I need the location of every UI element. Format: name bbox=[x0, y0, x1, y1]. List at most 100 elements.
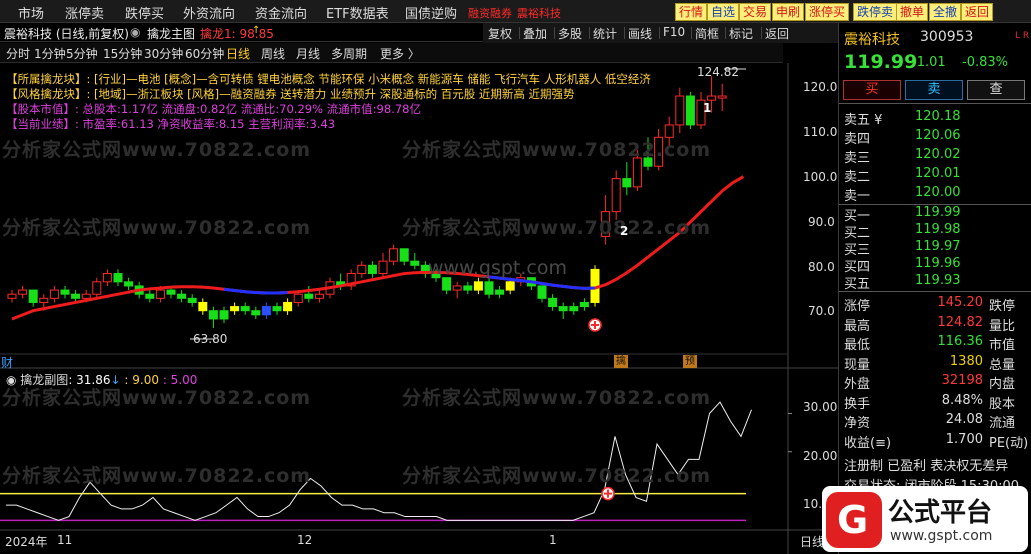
info-label: 【股本市值】: bbox=[6, 102, 79, 116]
stat-label-2: 总量 bbox=[989, 357, 1016, 373]
low-price-label: 63.80 bbox=[193, 332, 228, 346]
stat-value: 116.36 bbox=[937, 334, 984, 349]
candle-body bbox=[505, 281, 515, 291]
bid-price: 119.98 bbox=[915, 222, 961, 237]
candle-body bbox=[293, 293, 303, 303]
watermark: 分析家公式网www.70822.com bbox=[402, 387, 712, 409]
candle-body bbox=[304, 293, 314, 299]
stock-code: 300953 bbox=[920, 29, 974, 45]
buy-button[interactable]: 买 bbox=[843, 80, 901, 100]
tool-button-8[interactable]: 返回 bbox=[961, 3, 994, 21]
ask-row: 卖二 120.01 bbox=[839, 166, 1031, 185]
gspt-logo: G 公式平台 www.gspt.com bbox=[822, 486, 1028, 552]
sell-button[interactable]: 卖 bbox=[905, 80, 963, 100]
query-button[interactable]: 查 bbox=[967, 80, 1025, 100]
candle-body bbox=[611, 178, 621, 213]
ma-line-red bbox=[11, 175, 745, 321]
ma-line-blue bbox=[223, 287, 288, 295]
candle-body bbox=[569, 306, 579, 312]
ask-label: 卖三 bbox=[844, 151, 871, 166]
price-change: -1.01 bbox=[912, 55, 946, 70]
ask-label: 卖二 bbox=[844, 170, 871, 185]
logo-title: 公式平台 bbox=[888, 498, 993, 528]
stat-value: 1.700 bbox=[945, 431, 983, 447]
info-label: 【所属擒龙块】: bbox=[6, 72, 91, 86]
stat-label-2: PE(动) bbox=[989, 435, 1029, 451]
candle-body bbox=[49, 289, 59, 299]
last-price: 119.99 bbox=[844, 51, 918, 73]
g-logo-icon: G bbox=[826, 492, 882, 548]
bid-row: 买四 119.96 bbox=[839, 256, 1031, 275]
sub-y-tick: 20.00 bbox=[803, 449, 838, 463]
ask-label: 卖一 bbox=[844, 189, 871, 204]
y-tick-label: 80.0 bbox=[808, 260, 835, 274]
tool-button-7[interactable]: 全撤 bbox=[929, 3, 962, 21]
stat-value: 32198 bbox=[941, 373, 983, 388]
stock-name: 震裕科技 bbox=[844, 32, 900, 48]
candle-body bbox=[261, 306, 271, 316]
bid-price: 119.93 bbox=[915, 273, 961, 288]
ask-price: 120.02 bbox=[915, 147, 961, 162]
high-price-label: 124.82 bbox=[697, 65, 739, 79]
candle-body bbox=[124, 281, 134, 287]
watermark: 分析家公式网www.70822.com bbox=[2, 217, 312, 239]
y-tick-label: 110.0 bbox=[803, 125, 838, 139]
stat-label-2: 内盘 bbox=[989, 377, 1016, 392]
candle-body bbox=[240, 306, 250, 312]
bid-row: 买一 119.99 bbox=[839, 205, 1031, 224]
candle-body bbox=[357, 264, 367, 275]
finance-tag[interactable]: 财 bbox=[1, 354, 13, 371]
stat-label-2: 股本 bbox=[989, 396, 1016, 412]
stat-value: 24.08 bbox=[945, 412, 983, 427]
candle-body bbox=[283, 301, 293, 312]
candle-body bbox=[452, 285, 462, 291]
stat-label: 换手 bbox=[844, 396, 871, 412]
info-label: 【风格擒龙块】: bbox=[6, 87, 91, 101]
ask-price: 120.18 bbox=[915, 109, 961, 124]
watermark: 分析家公式网www.70822.com bbox=[2, 465, 312, 487]
candle-body bbox=[81, 293, 91, 299]
stat-value: 124.82 bbox=[937, 314, 984, 330]
ask-row: 卖四 120.06 bbox=[839, 128, 1031, 147]
stat-label: 最高 bbox=[844, 318, 871, 334]
tool-button-6[interactable]: 撤单 bbox=[896, 3, 929, 21]
stat-value: 8.48% bbox=[941, 392, 983, 408]
quote-panel: 震裕科技 300953 L R 119.99 -1.01 -0.83% 买 卖 … bbox=[838, 23, 1031, 554]
candle-body bbox=[707, 95, 717, 101]
stat-label: 最低 bbox=[844, 338, 871, 353]
ask-label: 卖五 ¥ bbox=[844, 113, 883, 128]
divider bbox=[839, 103, 1031, 104]
candle-body bbox=[71, 293, 81, 299]
down-arrow-icon: ↓ bbox=[110, 373, 121, 387]
watermark: 分析家公式网www.70822.com bbox=[402, 217, 712, 239]
info-text: 市盈率:61.13 净资收益率:8.15 主营利润率:3.43 bbox=[82, 117, 336, 131]
tool-button-5[interactable]: 跌停卖 bbox=[853, 3, 898, 21]
stock-flags: 注册制 已盈利 表决权无差异 bbox=[844, 459, 1009, 474]
bid-row: 买五 119.93 bbox=[839, 273, 1031, 292]
candle-body bbox=[558, 306, 568, 312]
candle-body bbox=[208, 310, 218, 320]
sub-title: 擒龙副图 bbox=[20, 373, 69, 387]
candle-body bbox=[632, 157, 642, 188]
candle-body bbox=[39, 297, 49, 303]
info-line-4: 【当前业绩】: 市盈率:61.13 净资收益率:8.15 主营利润率:3.43 bbox=[6, 116, 335, 132]
stat-label-2: 市值 bbox=[989, 338, 1016, 353]
candle-body bbox=[92, 281, 102, 295]
candle-body bbox=[410, 260, 420, 266]
stat-value: 145.20 bbox=[937, 295, 984, 310]
x-tick-label: 11 bbox=[57, 533, 73, 547]
collapse-icon[interactable]: ◉ bbox=[6, 373, 20, 387]
candle-body bbox=[442, 277, 452, 291]
y-tick-label: 100.0 bbox=[803, 170, 838, 184]
candle-body bbox=[378, 260, 388, 275]
candle-body bbox=[537, 285, 547, 299]
candle-body bbox=[28, 289, 38, 303]
info-text: [地域]—浙江板块 [风格]—融资融券 送转潜力 业绩预升 深股通标的 百元股 … bbox=[94, 87, 575, 101]
stat-label: 涨停 bbox=[844, 299, 871, 314]
candle-body bbox=[272, 306, 282, 312]
info-text: [行业]—电池 [概念]—含可转债 锂电池概念 节能环保 小米概念 新能源车 储… bbox=[94, 72, 651, 86]
candle-body bbox=[473, 281, 483, 291]
candle-body bbox=[314, 293, 324, 299]
app-window: 市场 涨停卖 跌停买 外资流向 资金流向 ETF数据表 国债逆购 融资融券 震裕科技 行情 自选 交易… bbox=[0, 0, 1031, 554]
y-tick-label: 120.0 bbox=[803, 80, 838, 94]
